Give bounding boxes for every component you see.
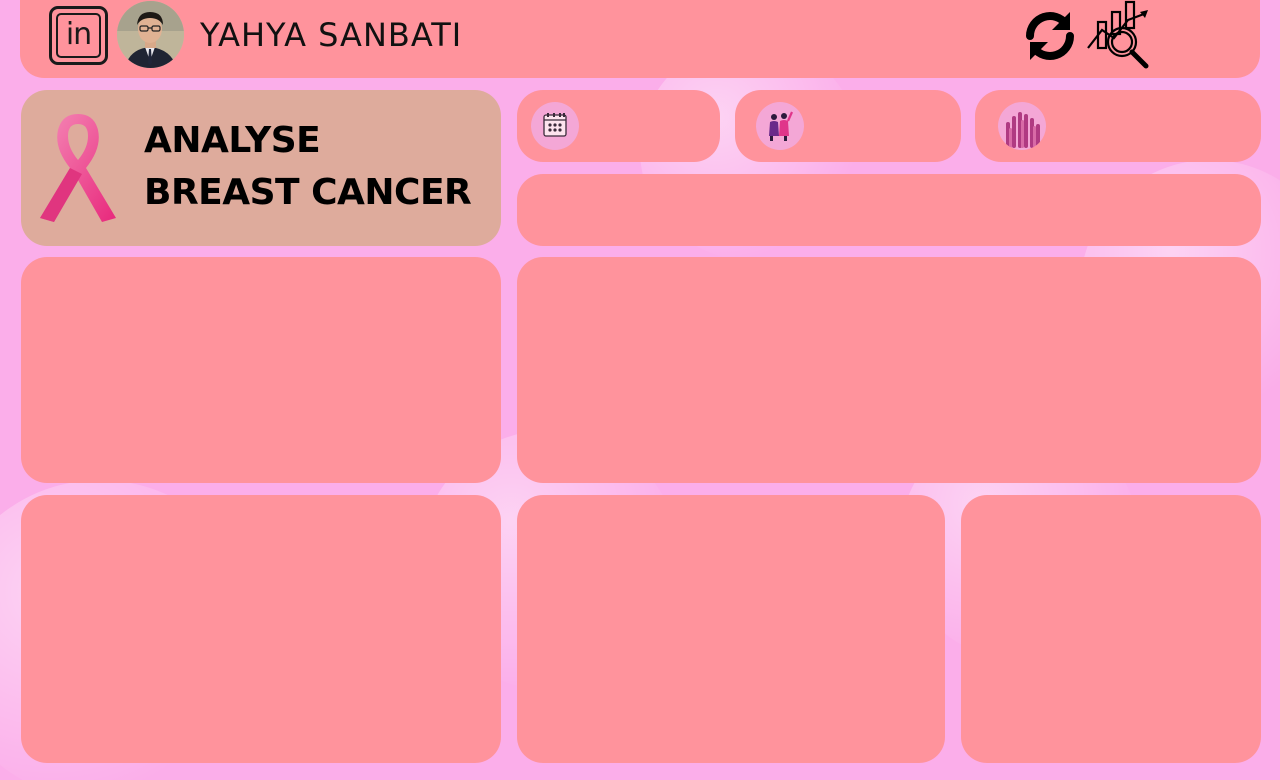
analysis-icon[interactable] bbox=[1084, 0, 1152, 70]
linkedin-icon-text: in bbox=[65, 17, 92, 52]
chart-panel-1 bbox=[21, 257, 501, 483]
page-title-line-1: ANALYSE bbox=[144, 120, 321, 161]
filter-bar bbox=[517, 174, 1261, 246]
women-group-icon bbox=[756, 102, 804, 150]
chart-panel-4 bbox=[517, 495, 945, 763]
linkedin-icon[interactable]: in bbox=[49, 6, 108, 65]
avatar bbox=[117, 1, 184, 68]
page-title-line-2: BREAST CANCER bbox=[144, 172, 472, 213]
chart-panel-3 bbox=[21, 495, 501, 763]
chart-panel-2 bbox=[517, 257, 1261, 483]
chart-panel-5 bbox=[961, 495, 1261, 763]
refresh-icon[interactable] bbox=[1020, 6, 1080, 66]
raised-hands-icon bbox=[998, 102, 1046, 150]
pink-ribbon-icon bbox=[38, 110, 118, 225]
user-name: YAHYA SANBATI bbox=[200, 16, 463, 54]
calendar-icon bbox=[531, 102, 579, 150]
